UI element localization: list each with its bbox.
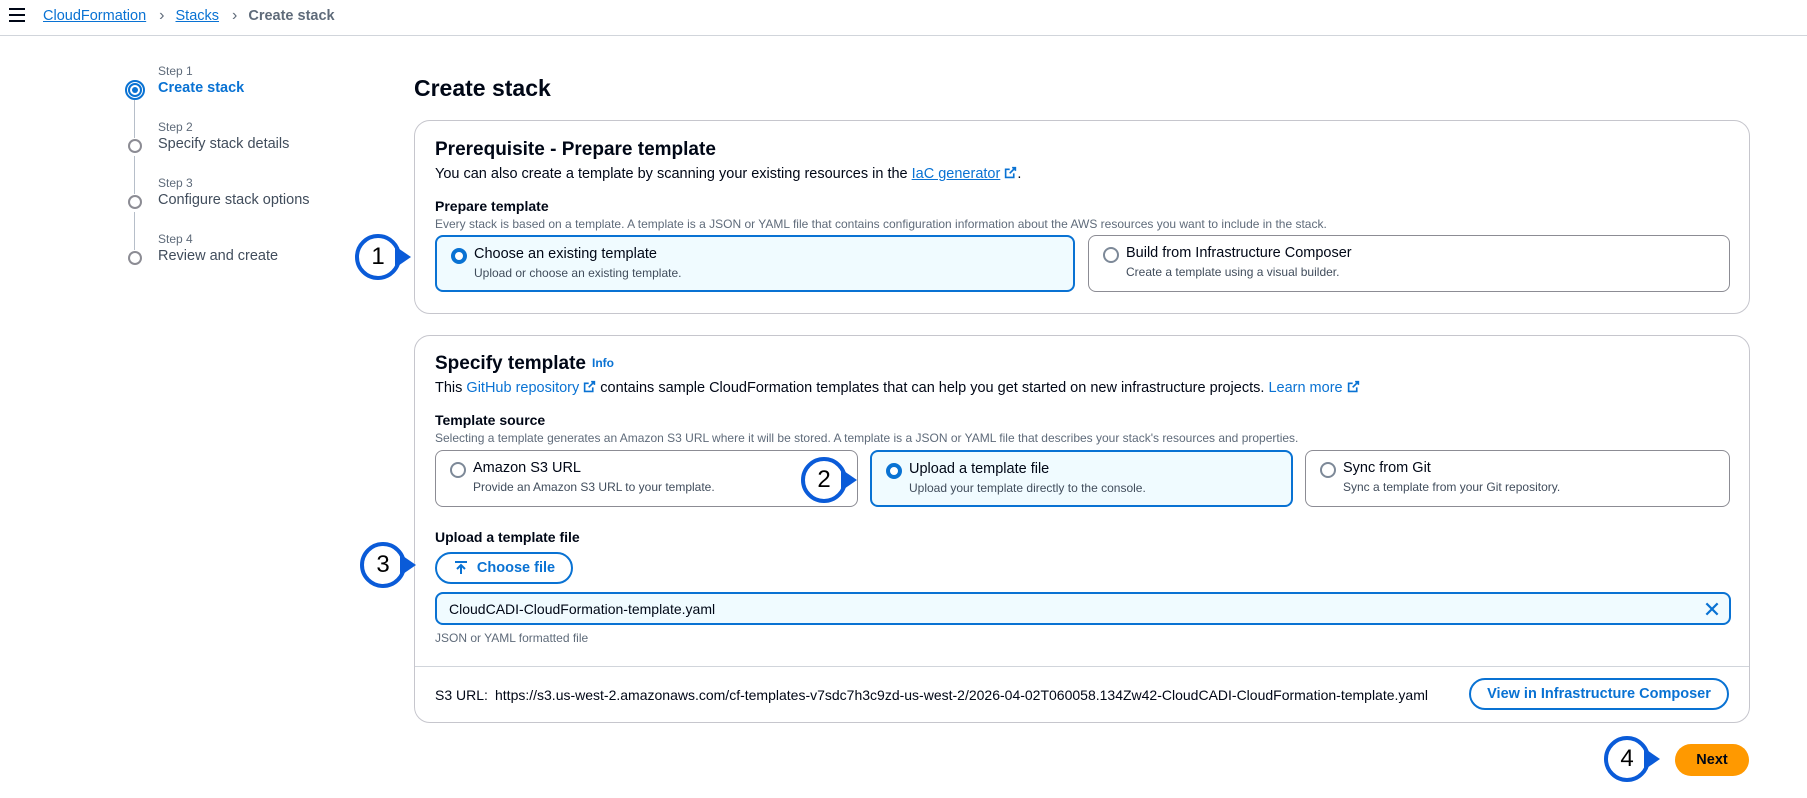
view-in-infrastructure-composer-button[interactable]: View in Infrastructure Composer bbox=[1469, 678, 1729, 710]
step-number: Step 4 bbox=[158, 232, 193, 246]
step-number: Step 1 bbox=[158, 64, 193, 78]
option-title: Amazon S3 URL bbox=[473, 460, 581, 476]
prepare-template-label: Prepare template bbox=[435, 198, 549, 214]
prepare-template-description: Every stack is based on a template. A te… bbox=[435, 217, 1327, 231]
option-title: Build from Infrastructure Composer bbox=[1126, 245, 1352, 261]
upload-template-file-label: Upload a template file bbox=[435, 529, 580, 545]
prerequisite-panel: Prerequisite - Prepare template You can … bbox=[414, 120, 1750, 314]
radio-selected-icon[interactable] bbox=[886, 463, 902, 479]
prerequisite-description: You can also create a template by scanni… bbox=[435, 166, 1021, 182]
option-amazon-s3-url[interactable]: Amazon S3 URL Provide an Amazon S3 URL t… bbox=[435, 450, 858, 507]
wizard-step-2: Step 2 Specify stack details bbox=[128, 120, 310, 194]
radio-unselected-icon[interactable] bbox=[450, 462, 466, 478]
callout-arrow-icon bbox=[841, 469, 857, 491]
template-source-label: Template source bbox=[435, 412, 546, 428]
menu-icon[interactable] bbox=[9, 8, 25, 22]
chevron-right-icon: › bbox=[159, 7, 165, 24]
callout-1: 1 bbox=[355, 234, 411, 286]
option-build-from-infrastructure-composer[interactable]: Build from Infrastructure Composer Creat… bbox=[1088, 235, 1730, 292]
description-text: contains sample CloudFormation templates… bbox=[596, 380, 1269, 396]
page-title: Create stack bbox=[414, 75, 551, 101]
external-link-icon bbox=[584, 380, 596, 393]
step-number: Step 3 bbox=[158, 176, 193, 190]
external-link-icon bbox=[1347, 380, 1359, 393]
step-indicator-icon bbox=[128, 139, 142, 153]
heading-text: Specify template bbox=[435, 353, 586, 374]
radio-selected-icon[interactable] bbox=[451, 248, 467, 264]
step-title: Specify stack details bbox=[158, 136, 290, 152]
specify-template-heading: Specify template Info bbox=[435, 353, 614, 375]
option-description: Upload or choose an existing template. bbox=[474, 266, 682, 280]
callout-4: 4 bbox=[1604, 736, 1660, 788]
description-text: You can also create a template by scanni… bbox=[435, 166, 912, 182]
s3-url-label: S3 URL: bbox=[435, 687, 488, 703]
github-repository-link[interactable]: GitHub repository bbox=[466, 380, 579, 396]
choose-file-button[interactable]: Choose file bbox=[435, 552, 573, 584]
description-text: This bbox=[435, 380, 467, 396]
option-description: Provide an Amazon S3 URL to your templat… bbox=[473, 480, 715, 494]
callout-arrow-icon bbox=[1644, 748, 1660, 770]
step-title: Configure stack options bbox=[158, 192, 310, 208]
next-button[interactable]: Next bbox=[1675, 744, 1749, 776]
step-title: Review and create bbox=[158, 248, 279, 264]
s3-url-row: S3 URL: https://s3.us-west-2.amazonaws.c… bbox=[415, 666, 1749, 722]
step-number: Step 2 bbox=[158, 120, 193, 134]
option-sync-from-git[interactable]: Sync from Git Sync a template from your … bbox=[1305, 450, 1730, 507]
specify-template-description: This GitHub repository contains sample C… bbox=[435, 380, 1360, 396]
option-description: Upload your template directly to the con… bbox=[909, 481, 1146, 495]
close-icon[interactable] bbox=[1703, 600, 1721, 618]
external-link-icon bbox=[1005, 166, 1017, 179]
file-name: CloudCADI-CloudFormation-template.yaml bbox=[449, 601, 716, 617]
selected-file-token: CloudCADI-CloudFormation-template.yaml bbox=[435, 592, 1731, 625]
wizard-step-3: Step 3 Configure stack options bbox=[128, 176, 310, 250]
step-indicator-icon bbox=[128, 83, 142, 97]
top-navigation-bar: CloudFormation › Stacks › Create stack bbox=[0, 0, 1807, 36]
template-source-description: Selecting a template generates an Amazon… bbox=[435, 431, 1299, 445]
info-link[interactable]: Info bbox=[592, 356, 614, 370]
description-text: . bbox=[1017, 166, 1022, 182]
wizard-step-1[interactable]: Step 1 Create stack bbox=[125, 64, 310, 138]
step-indicator-icon bbox=[128, 195, 142, 209]
step-title[interactable]: Create stack bbox=[158, 78, 310, 98]
breadcrumb-current: Create stack bbox=[248, 8, 335, 24]
option-choose-existing-template[interactable]: Choose an existing template Upload or ch… bbox=[435, 235, 1075, 292]
breadcrumb: CloudFormation › Stacks › Create stack bbox=[43, 7, 335, 25]
radio-unselected-icon[interactable] bbox=[1320, 462, 1336, 478]
specify-template-panel: Specify template Info This GitHub reposit… bbox=[414, 335, 1750, 723]
option-title: Choose an existing template bbox=[474, 246, 657, 262]
upload-icon bbox=[454, 561, 467, 574]
callout-3: 3 bbox=[360, 542, 416, 594]
option-title: Upload a template file bbox=[909, 461, 1050, 477]
callout-2: 2 bbox=[801, 457, 857, 509]
option-title: Sync from Git bbox=[1343, 460, 1431, 476]
s3-url-value: https://s3.us-west-2.amazonaws.com/cf-te… bbox=[495, 687, 1428, 703]
wizard-steps: Step 1 Create stack Step 2 Specify stack… bbox=[125, 64, 310, 288]
option-upload-template-file[interactable]: Upload a template file Upload your templ… bbox=[870, 450, 1293, 507]
option-description: Create a template using a visual builder… bbox=[1126, 265, 1340, 279]
step-indicator-icon bbox=[128, 251, 142, 265]
iac-generator-link[interactable]: IaC generator bbox=[912, 166, 1001, 182]
file-constraint-text: JSON or YAML formatted file bbox=[435, 631, 589, 645]
breadcrumb-cloudformation-link[interactable]: CloudFormation bbox=[43, 8, 146, 24]
radio-unselected-icon[interactable] bbox=[1103, 247, 1119, 263]
wizard-step-4: Step 4 Review and create bbox=[128, 232, 310, 288]
breadcrumb-stacks-link[interactable]: Stacks bbox=[176, 8, 220, 24]
choose-file-label: Choose file bbox=[476, 560, 556, 576]
option-description: Sync a template from your Git repository… bbox=[1343, 480, 1561, 494]
learn-more-link[interactable]: Learn more bbox=[1268, 380, 1342, 396]
callout-arrow-icon bbox=[400, 554, 416, 576]
callout-arrow-icon bbox=[395, 246, 411, 268]
prerequisite-heading: Prerequisite - Prepare template bbox=[435, 139, 716, 160]
chevron-right-icon: › bbox=[232, 7, 238, 24]
